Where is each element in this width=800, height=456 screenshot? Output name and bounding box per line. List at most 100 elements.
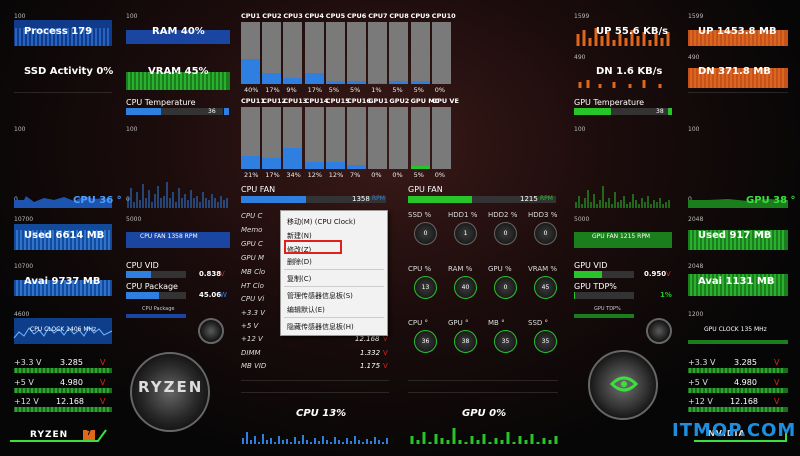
- core-label: CPU4: [304, 12, 324, 20]
- sensor-row: CPU C: [241, 212, 263, 220]
- gauge-dial: 35: [534, 330, 557, 353]
- core-bar: [431, 22, 451, 84]
- gauge-dial: 0: [494, 222, 517, 245]
- core-label: CPU6: [347, 12, 367, 20]
- core-label: CPU8: [389, 12, 409, 20]
- sensor-row: HT Clo: [241, 282, 264, 290]
- cpu-package-label: CPU Package: [126, 282, 178, 291]
- core-value: 5%: [350, 86, 361, 94]
- core-value: 5%: [392, 86, 403, 94]
- gauge-label: HDD2 %: [488, 211, 518, 219]
- gauge-value: 1: [463, 230, 468, 237]
- gauge-label: HDD1 %: [448, 211, 478, 219]
- gauge-dial: 45: [534, 276, 557, 299]
- core-value: 5%: [328, 86, 340, 94]
- v33-label: +3.3 V: [688, 358, 716, 367]
- menu-item-manage-boards[interactable]: 管理传感器信息板(S): [287, 291, 353, 301]
- core-bar: [410, 22, 430, 84]
- core-bar-fill: [410, 166, 430, 169]
- ryzen-logo-large: RYZEN: [138, 378, 204, 396]
- menu-item-copy[interactable]: 复制(C): [287, 274, 311, 284]
- gpu-tdp-label: GPU TDP%: [574, 282, 617, 291]
- v12-bar: [14, 407, 112, 412]
- core-bar-fill: [304, 162, 324, 169]
- v12-label: +12 V: [14, 397, 39, 406]
- scale-label: 2048: [688, 263, 704, 270]
- core-bar-fill: [325, 81, 345, 84]
- gpu-vid-unit: V: [666, 270, 671, 278]
- core-bar: [304, 107, 324, 169]
- cpu-usage-graph: [242, 432, 388, 444]
- gauge-value: 45: [541, 284, 550, 291]
- gauge-dial: 38: [454, 330, 477, 353]
- sensor-value: 1.332: [360, 349, 381, 357]
- core-value: 17%: [265, 86, 280, 94]
- gauge-dial: 13: [414, 276, 437, 299]
- cpu-temp-readout: CPU 36 °: [73, 195, 122, 206]
- core-value: 40%: [244, 86, 259, 94]
- cpu-fan-value: 1358: [352, 195, 370, 203]
- gauge-label: CPU °: [408, 319, 428, 327]
- core-bar-fill: [241, 59, 260, 84]
- context-menu: 移动(M) (CPU Clock) 新建(N) 修改(Z) 删除(D) 复制(C…: [280, 210, 388, 336]
- core-value: 34%: [286, 171, 301, 179]
- cpu-vid-bar: [126, 271, 186, 278]
- cpu-load-graph: [127, 182, 228, 208]
- sensor-unit: V: [383, 349, 388, 357]
- core-value: 0%: [371, 171, 382, 179]
- scale-label: 2048: [688, 216, 704, 223]
- menu-item-hide-board[interactable]: 隐藏传感器信息板(H): [287, 322, 354, 332]
- core-label: CPU2: [262, 12, 282, 20]
- gpu-used-memory: Used 917 MB: [698, 230, 772, 241]
- v33-bar: [688, 368, 788, 373]
- scale-label: 490: [688, 54, 700, 61]
- nvidia-eye-icon: [609, 376, 639, 392]
- cpu-fan-label: CPU FAN: [241, 185, 276, 194]
- sensor-row: GPU M: [241, 254, 265, 262]
- cpu-package-value: 45.06: [199, 291, 222, 299]
- menu-item-edit-default[interactable]: 编辑默认(E): [287, 305, 325, 315]
- core-bar-fill: [347, 165, 366, 169]
- menu-item-delete[interactable]: 删除(D): [287, 257, 312, 267]
- gauge-label: SSD %: [408, 211, 432, 219]
- core-bar: [368, 107, 388, 169]
- sensor-row: DIMM: [241, 349, 261, 357]
- menu-item-move[interactable]: 移动(M) (CPU Clock): [287, 217, 356, 227]
- cpu-temperature-value: 36: [208, 108, 216, 115]
- volt-unit: V: [774, 378, 780, 387]
- core-bar-fill: [283, 78, 303, 84]
- gauge-label: SSD °: [528, 319, 549, 327]
- gauge-value: 0: [543, 230, 548, 237]
- process-count: Process 179: [24, 26, 93, 37]
- gpu-fan-value: 1215: [520, 195, 538, 203]
- scale-label: 100: [688, 126, 700, 133]
- core-value: 5%: [413, 86, 424, 94]
- gauge-dial: 0: [534, 222, 557, 245]
- scale-label: 1200: [688, 311, 704, 318]
- core-bar: [431, 107, 451, 169]
- scale-label: 10700: [14, 216, 34, 223]
- scale-label: 1599: [688, 13, 704, 20]
- volt-unit: V: [774, 397, 780, 406]
- volt-unit: V: [100, 397, 106, 406]
- core-bar: [283, 22, 303, 84]
- gpu-vid-value: 0.950: [644, 270, 667, 278]
- core-value: 12%: [328, 171, 344, 179]
- core-value: 17%: [307, 86, 323, 94]
- vram-usage: VRAM 45%: [148, 66, 209, 77]
- core-label: GPU2: [389, 97, 410, 105]
- gauge-value: 0: [423, 230, 428, 237]
- v33-label: +3.3 V: [14, 358, 42, 367]
- cpu-fan-rpm-label: CPU FAN 1358 RPM: [140, 233, 198, 240]
- scale-label: 10700: [14, 263, 34, 270]
- sensor-row: CPU Vi: [241, 295, 265, 303]
- sensor-value: 1.175: [360, 362, 381, 370]
- core-bar-fill: [368, 83, 388, 84]
- cpu-package-bar: [126, 292, 186, 299]
- sensor-row: MB VID: [241, 362, 267, 370]
- gauge-value: 35: [501, 338, 510, 345]
- core-label: GPU VE: [431, 97, 459, 105]
- scale-label: 4600: [14, 311, 30, 318]
- gauge-value: 0: [503, 230, 508, 237]
- gpu-available-memory: Avai 1131 MB: [698, 276, 775, 287]
